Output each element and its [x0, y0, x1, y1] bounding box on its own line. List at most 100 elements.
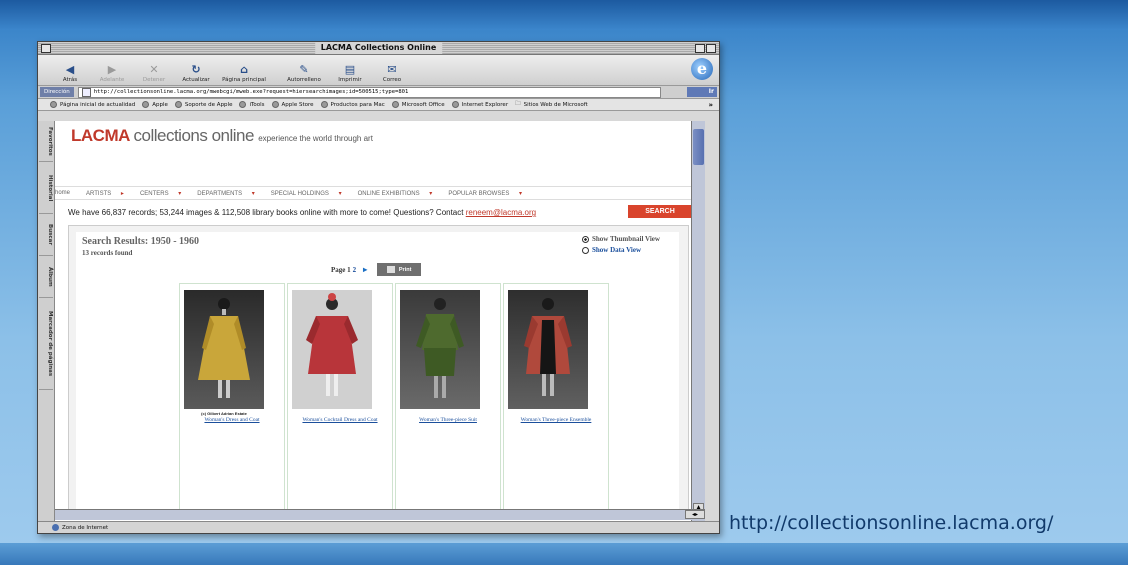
title-bar[interactable]: LACMA Collections Online — [38, 42, 719, 55]
item-caption-link[interactable]: Woman's Three-piece Ensemble — [504, 417, 608, 423]
globe-icon — [174, 101, 182, 108]
nav-artists[interactable]: ARTISTS ▸ — [86, 190, 132, 197]
address-url: http://collectionsonline.lacma.org/mwebc… — [93, 88, 409, 95]
go-button[interactable]: Ir — [687, 87, 717, 97]
thumbnail-view-option[interactable]: Show Thumbnail View — [582, 235, 660, 243]
nav-home[interactable]: home — [55, 190, 78, 196]
favorite-label: Apple Store — [281, 101, 314, 108]
home-button[interactable]: ⌂ Página principal — [220, 63, 268, 85]
printer-icon — [386, 266, 395, 273]
favorite-link[interactable]: Apple Store — [271, 101, 314, 108]
back-label: Atrás — [62, 77, 78, 83]
scroll-thumb[interactable] — [693, 129, 704, 165]
caret-icon: ▾ — [338, 190, 342, 197]
current-page: 1 — [347, 265, 351, 274]
logo-text: collections online — [133, 126, 254, 145]
mail-button[interactable]: ✉ Correo — [374, 63, 410, 85]
sidebar-tab-history[interactable]: Historial — [39, 163, 53, 214]
nav-label: ARTISTS — [86, 190, 112, 197]
globe-icon — [142, 101, 150, 108]
address-bar: Dirección http://collectionsonline.lacma… — [38, 86, 719, 99]
garment-photo[interactable] — [184, 290, 264, 409]
result-card: Woman's Three-piece Ensemble — [503, 283, 609, 517]
favorite-label: Página inicial de actualidad — [60, 101, 136, 108]
internet-zone-icon — [52, 524, 59, 531]
favorite-link[interactable]: Apple — [142, 101, 168, 108]
nav-popular-browses[interactable]: POPULAR BROWSES ▾ — [448, 190, 530, 197]
caret-icon: ▾ — [429, 190, 433, 197]
radio-empty-icon[interactable] — [582, 246, 589, 254]
stop-icon: ✕ — [149, 62, 159, 76]
garment-figure — [292, 290, 372, 409]
tagline: experience the world through art — [258, 134, 373, 143]
forward-label: Adelante — [99, 77, 125, 83]
records-message: We have 66,837 records; 53,244 images & … — [68, 208, 536, 217]
url-caption: http://collectionsonline.lacma.org/ — [729, 512, 1054, 534]
autofill-label: Autorrelleno — [287, 77, 321, 83]
more-favorites-chevron-icon[interactable]: » — [708, 101, 713, 109]
favorite-link[interactable]: Productos para Mac — [320, 101, 385, 108]
mail-icon: ✉ — [387, 62, 397, 76]
forward-button[interactable]: ▶ Adelante — [94, 63, 130, 85]
back-button[interactable]: ◀ Atrás — [52, 63, 88, 85]
nav-departments[interactable]: DEPARTMENTS ▾ — [197, 190, 262, 197]
horizontal-scrollbar[interactable]: ◂▸ — [55, 509, 705, 520]
lacma-logo[interactable]: LACMA collections online experience the … — [71, 126, 373, 146]
print-results-button[interactable]: Print — [377, 263, 422, 276]
garment-figure — [508, 290, 588, 409]
item-caption-link[interactable]: Woman's Dress and Coat — [180, 417, 284, 423]
refresh-button[interactable]: ↻ Actualizar — [178, 63, 214, 85]
item-caption-link[interactable]: Woman's Cocktail Dress and Coat — [288, 417, 392, 423]
sidebar-tab-search[interactable]: Buscar — [39, 215, 53, 256]
favorite-label: Productos para Mac — [330, 101, 385, 108]
nav-label: DEPARTMENTS — [197, 190, 243, 197]
favorite-link[interactable]: Microsoft Office — [391, 101, 445, 108]
next-page-arrow-icon[interactable]: ▸ — [363, 265, 367, 274]
page-2-link[interactable]: 2 — [353, 266, 357, 274]
mail-label: Correo — [382, 77, 402, 83]
nav-special-holdings[interactable]: SPECIAL HOLDINGS ▾ — [271, 190, 350, 197]
sidebar-tab-favorites[interactable]: Favoritos — [39, 121, 53, 162]
favorites-bar: Página inicial de actualidad Apple Sopor… — [38, 99, 719, 111]
collapse-box[interactable] — [706, 44, 716, 53]
sidebar-tab-page-holder[interactable]: Marcador de páginas — [39, 299, 53, 390]
data-view-option[interactable]: Show Data View — [582, 246, 660, 254]
favorite-link[interactable]: iTools — [239, 101, 265, 108]
nav-label: POPULAR BROWSES — [448, 190, 510, 197]
forward-arrow-icon: ▶ — [107, 62, 117, 76]
caret-icon: ▾ — [178, 190, 182, 197]
print-button[interactable]: ▤ Imprimir — [332, 63, 368, 85]
nav-online-exhibitions[interactable]: ONLINE EXHIBITIONS ▾ — [358, 190, 441, 197]
back-arrow-icon: ◀ — [65, 62, 75, 76]
stop-button[interactable]: ✕ Detener — [136, 63, 172, 85]
vertical-scrollbar[interactable]: ▲ ▼ — [691, 121, 705, 521]
photo-credit: (c) Gilbert Adrian Estate — [201, 411, 247, 416]
garment-photo[interactable] — [400, 290, 480, 409]
globe-icon — [391, 101, 399, 108]
view-options: Show Thumbnail View Show Data View — [582, 235, 660, 257]
home-label: Página principal — [222, 77, 266, 83]
globe-icon — [320, 101, 328, 108]
close-box[interactable] — [41, 44, 51, 53]
item-caption-link[interactable]: Woman's Three-piece Suit — [396, 417, 500, 423]
folder-icon: 🗀 — [515, 101, 521, 107]
stop-label: Detener — [142, 77, 166, 83]
radio-selected-icon[interactable] — [582, 235, 589, 243]
nav-label: home — [55, 190, 71, 196]
sidebar-tab-album[interactable]: Álbum — [39, 257, 53, 298]
favorite-link[interactable]: Internet Explorer — [451, 101, 508, 108]
globe-icon — [50, 101, 57, 108]
zoom-box[interactable] — [695, 44, 705, 53]
address-field[interactable]: http://collectionsonline.lacma.org/mwebc… — [77, 86, 661, 98]
favorite-link[interactable]: Página inicial de actualidad — [50, 101, 135, 108]
garment-photo[interactable] — [508, 290, 588, 409]
scroll-horizontal-arrows-icon[interactable]: ◂▸ — [685, 510, 705, 519]
garment-photo[interactable] — [292, 290, 372, 409]
nav-centers[interactable]: CENTERS ▾ — [140, 190, 189, 197]
favorite-folder[interactable]: 🗀 Sitios Web de Microsoft — [515, 100, 588, 109]
favorite-label: Apple — [152, 101, 168, 108]
favorite-link[interactable]: Soporte de Apple — [174, 101, 232, 108]
autofill-button[interactable]: ✎ Autorrelleno — [282, 63, 326, 85]
search-button[interactable]: SEARCH — [628, 205, 692, 218]
contact-email-link[interactable]: reneem@lacma.org — [466, 208, 536, 217]
